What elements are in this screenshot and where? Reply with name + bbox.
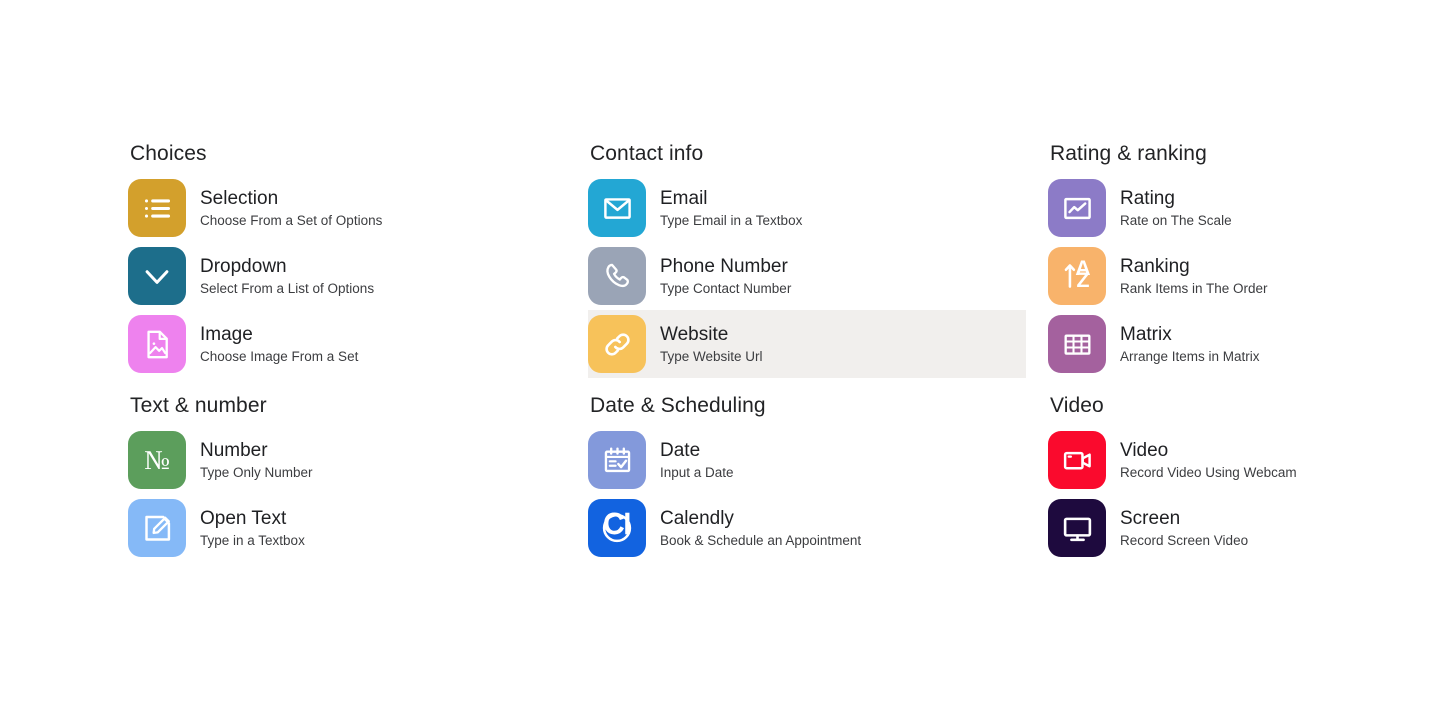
group-title: Text & number [130,394,267,417]
question-type-text: Number Type Only Number [200,440,313,481]
question-type-calendly[interactable]: CI Calendly Book & Schedule an Appointment [588,494,1026,562]
question-type-picker: Choices Selection Choose From a Set of Opt… [0,0,1440,720]
question-type-title: Ranking [1120,255,1190,277]
question-type-text: Screen Record Screen Video [1120,508,1248,549]
question-type-open-text[interactable]: Open Text Type in a Textbox [128,494,566,562]
question-type-subtitle: Input a Date [660,464,734,480]
question-type-subtitle: Choose Image From a Set [200,348,359,364]
question-type-matrix[interactable]: Matrix Arrange Items in Matrix [1048,310,1440,378]
question-type-title: Screen [1120,507,1181,529]
group-title: Contact info [590,142,704,165]
question-type-image[interactable]: Image Choose Image From a Set [128,310,566,378]
question-type-text: Calendly Book & Schedule an Appointment [660,508,861,549]
group-video: Video Video Record Video Using Webcam Scree… [1048,392,1440,562]
question-type-title: Website [660,323,729,345]
question-type-selection[interactable]: Selection Choose From a Set of Options [128,174,566,242]
question-type-title: Date [660,439,701,461]
link-icon [588,315,646,373]
question-type-subtitle: Select From a List of Options [200,280,375,296]
question-type-website[interactable]: Website Type Website Url [588,310,1026,378]
question-type-text: Open Text Type in a Textbox [200,508,305,549]
question-type-text: Video Record Video Using Webcam [1120,440,1297,481]
envelope-icon [588,179,646,237]
group-title: Rating & ranking [1050,142,1207,165]
question-type-subtitle: Book & Schedule an Appointment [660,532,862,548]
question-type-rating[interactable]: Rating Rate on The Scale [1048,174,1440,242]
question-type-subtitle: Type Website Url [660,348,763,364]
image-file-icon [128,315,186,373]
question-type-title: Matrix [1120,323,1172,345]
question-type-title: Calendly [660,507,734,529]
grid-icon [1048,315,1106,373]
group-text-and-number: Text & number № Number Type Only Number Open… [128,392,566,562]
question-type-subtitle: Type Only Number [200,464,313,480]
group-title: Date & Scheduling [590,394,766,417]
question-type-text: Ranking Rank Items in The Order [1120,256,1268,297]
question-type-number[interactable]: № Number Type Only Number [128,426,566,494]
question-type-title: Open Text [200,507,287,529]
question-type-text: Phone Number Type Contact Number [660,256,791,297]
svg-text:Z: Z [1076,268,1089,292]
question-type-title: Video [1120,439,1169,461]
chevron-down-icon [128,247,186,305]
question-type-title: Rating [1120,187,1175,209]
question-type-text: Email Type Email in a Textbox [660,188,802,229]
calendly-icon: CI [588,499,646,557]
edit-square-icon [128,499,186,557]
video-camera-icon [1048,431,1106,489]
column-1: Choices Selection Choose From a Set of Opt… [128,140,566,562]
question-type-text: Rating Rate on The Scale [1120,188,1232,229]
question-type-ranking[interactable]: A Z Ranking Rank Items in The Order [1048,242,1440,310]
question-type-subtitle: Arrange Items in Matrix [1120,348,1260,364]
question-type-subtitle: Rate on The Scale [1120,212,1232,228]
question-type-screen[interactable]: Screen Record Screen Video [1048,494,1440,562]
question-type-title: Dropdown [200,255,287,277]
question-type-subtitle: Type Contact Number [660,280,792,296]
question-type-title: Number [200,439,268,461]
question-type-subtitle: Record Screen Video [1120,532,1249,548]
question-type-text: Selection Choose From a Set of Options [200,188,382,229]
question-type-subtitle: Record Video Using Webcam [1120,464,1297,480]
column-3: Rating & ranking Rating Rate on The Scale A… [1048,140,1440,562]
question-type-text: Dropdown Select From a List of Options [200,256,374,297]
question-type-title: Selection [200,187,279,209]
question-type-text: Image Choose Image From a Set [200,324,358,365]
question-type-video[interactable]: Video Record Video Using Webcam [1048,426,1440,494]
question-type-title: Phone Number [660,255,788,277]
group-rating-and-ranking: Rating & ranking Rating Rate on The Scale A… [1048,140,1440,378]
question-type-text: Matrix Arrange Items in Matrix [1120,324,1260,365]
question-type-title: Email [660,187,708,209]
group-date-and-scheduling: Date & Scheduling Date Input a Date CI Calen… [588,392,1026,562]
question-type-subtitle: Type in a Textbox [200,532,305,548]
numero-icon: № [128,431,186,489]
question-type-phone-number[interactable]: Phone Number Type Contact Number [588,242,1026,310]
question-type-subtitle: Type Email in a Textbox [660,212,803,228]
sort-az-icon: AZ [1048,247,1106,305]
group-contact-info: Contact info Email Type Email in a Textbox… [588,140,1026,378]
question-type-dropdown[interactable]: Dropdown Select From a List of Options [128,242,566,310]
group-title: Choices [130,142,207,165]
group-title: Video [1050,394,1104,417]
question-type-subtitle: Rank Items in The Order [1120,280,1268,296]
phone-icon [588,247,646,305]
column-2: Contact info Email Type Email in a Textbox… [588,140,1026,562]
list-icon [128,179,186,237]
question-type-date[interactable]: Date Input a Date [588,426,1026,494]
question-type-title: Image [200,323,253,345]
question-type-subtitle: Choose From a Set of Options [200,212,383,228]
svg-text:CI: CI [604,510,631,540]
chart-frame-icon [1048,179,1106,237]
question-type-text: Website Type Website Url [660,324,763,365]
monitor-icon [1048,499,1106,557]
question-type-text: Date Input a Date [660,440,734,481]
group-choices: Choices Selection Choose From a Set of Opt… [128,140,566,378]
calendar-check-icon [588,431,646,489]
question-type-email[interactable]: Email Type Email in a Textbox [588,174,1026,242]
